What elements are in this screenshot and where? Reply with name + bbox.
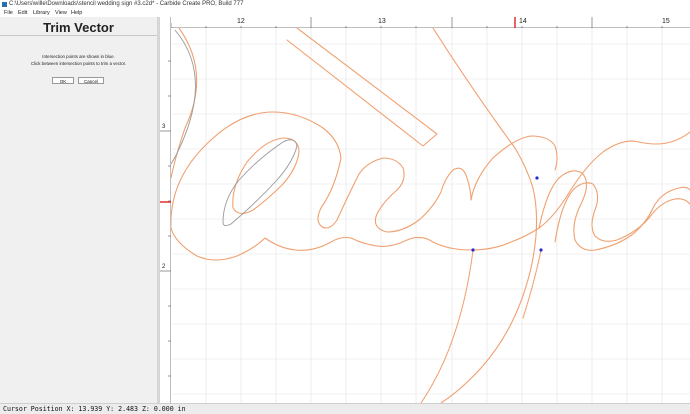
v-ruler-label-2: 2 bbox=[162, 264, 166, 270]
intersection-point-1 bbox=[535, 176, 539, 180]
horizontal-ruler: 12 13 14 15 bbox=[171, 17, 690, 28]
menu-help[interactable]: Help bbox=[71, 9, 82, 17]
horizontal-ruler-ticks bbox=[171, 17, 663, 28]
instruction-line-2: Click between intersection points to tri… bbox=[30, 61, 127, 66]
h-ruler-label-13: 13 bbox=[378, 18, 386, 25]
h-ruler-label-15: 15 bbox=[662, 18, 670, 25]
orange-vectors bbox=[171, 28, 690, 403]
menu-file[interactable]: File bbox=[4, 9, 13, 17]
window-title: C:\Users\wille\Downloads\stencil wedding… bbox=[9, 1, 244, 7]
app-icon bbox=[2, 2, 7, 7]
panel-divider bbox=[0, 35, 157, 36]
vertical-ruler-ticks bbox=[160, 60, 171, 377]
h-ruler-label-12: 12 bbox=[237, 18, 245, 25]
vector-drawing bbox=[171, 28, 690, 403]
menu-bar: File Edit Library View Help bbox=[0, 9, 690, 17]
intersection-points bbox=[471, 176, 543, 252]
cursor-position-readout: Cursor Position X: 13.939 Y: 2.483 Z: 0.… bbox=[3, 405, 186, 413]
trim-vector-panel: Trim Vector Intersection points are show… bbox=[0, 17, 157, 403]
menu-view[interactable]: View bbox=[55, 9, 67, 17]
h-ruler-label-14: 14 bbox=[519, 18, 527, 25]
intersection-point-2 bbox=[471, 248, 475, 252]
menu-edit[interactable]: Edit bbox=[18, 9, 27, 17]
cancel-button[interactable]: Cancel bbox=[78, 77, 104, 84]
design-canvas[interactable] bbox=[171, 28, 690, 403]
instruction-line-1: Intersection points are shown in blue. bbox=[42, 54, 115, 59]
v-ruler-label-3: 3 bbox=[162, 124, 166, 130]
title-bar: C:\Users\wille\Downloads\stencil wedding… bbox=[0, 0, 690, 9]
panel-title: Trim Vector bbox=[43, 20, 114, 35]
selected-vectors bbox=[171, 29, 298, 227]
intersection-point-3 bbox=[539, 248, 543, 252]
vertical-ruler: 3 2 bbox=[160, 17, 171, 403]
grid-lines bbox=[171, 28, 690, 403]
ok-button[interactable]: OK bbox=[52, 77, 74, 84]
menu-library[interactable]: Library bbox=[33, 9, 50, 17]
status-bar: Cursor Position X: 13.939 Y: 2.483 Z: 0.… bbox=[0, 403, 690, 414]
